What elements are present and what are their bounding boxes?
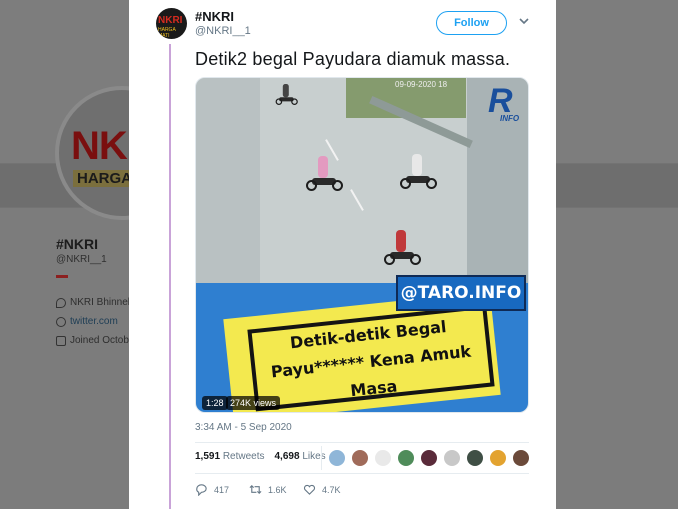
profile-location-text: NKRI Bhinnek — [70, 297, 133, 308]
like-button[interactable]: 4.7K — [303, 483, 357, 496]
watermark-logo-letter: R — [488, 82, 513, 120]
retweet-count: 1.6K — [268, 484, 287, 495]
author-display-name[interactable]: #NKRI — [195, 9, 234, 24]
video-side-panel-left — [196, 78, 260, 283]
motorcycle-distant — [274, 84, 299, 105]
profile-avatar-logo-subtext: HARGA — [73, 170, 136, 187]
video-watermark-logo: R INFO — [488, 84, 522, 124]
calendar-icon — [56, 335, 66, 346]
liker-avatar[interactable] — [329, 450, 345, 466]
video-timestamp: 09-09-2020 18 — [395, 80, 448, 89]
divider — [195, 442, 529, 443]
video-views-badge: 274K views — [226, 396, 281, 410]
motorcycle-red-helmet-rider — [382, 230, 424, 266]
tweet-timestamp[interactable]: 3:34 AM - 5 Sep 2020 — [195, 422, 292, 433]
chevron-down-icon[interactable] — [517, 14, 531, 28]
like-count: 4.7K — [322, 484, 341, 495]
liker-avatar[interactable] — [375, 450, 391, 466]
liker-avatar[interactable] — [352, 450, 368, 466]
divider — [195, 473, 529, 474]
liker-avatar[interactable] — [421, 450, 437, 466]
author-avatar[interactable]: NKRI HARGA MATI — [156, 8, 187, 39]
video-duration-badge: 1:28 — [202, 396, 228, 410]
tweet-modal: NKRI HARGA MATI #NKRI @NKRI__1 Follow De… — [129, 0, 556, 509]
profile-flag-icon — [56, 275, 68, 278]
tweet-text: Detik2 begal Payudara diamuk massa. — [195, 49, 511, 69]
watermark-logo-sub: INFO — [500, 114, 520, 123]
tweet-video[interactable]: 09-09-2020 18 R INFO @TARO.INFO Detik-de… — [195, 77, 529, 413]
retweet-button[interactable]: 1.6K — [249, 483, 303, 496]
motorcycle-rider — [398, 154, 440, 190]
likes-stat[interactable]: 4,698 Likes — [275, 451, 326, 462]
liker-avatars — [329, 450, 529, 466]
video-frame-street: 09-09-2020 18 R INFO — [196, 78, 528, 283]
profile-display-name: #NKRI — [56, 236, 99, 252]
reply-icon — [196, 484, 207, 496]
liker-avatar[interactable] — [490, 450, 506, 466]
reply-button[interactable]: 417 — [195, 483, 249, 496]
author-avatar-subtext: HARGA MATI — [158, 27, 176, 39]
profile-website[interactable]: twitter.com — [56, 316, 118, 327]
video-caption-banner: @TARO.INFO Detik-detik Begal Payu****** … — [196, 275, 528, 412]
likes-label: Likes — [302, 451, 326, 462]
liker-avatar[interactable] — [444, 450, 460, 466]
profile-website-link[interactable]: twitter.com — [70, 316, 118, 327]
location-pin-icon — [56, 297, 66, 308]
link-icon — [56, 316, 66, 327]
retweets-stat[interactable]: 1,591 Retweets — [195, 451, 265, 462]
liker-avatar[interactable] — [467, 450, 483, 466]
likes-count: 4,698 — [274, 451, 300, 462]
liker-avatar[interactable] — [513, 450, 529, 466]
profile-joined-text: Joined Octobe — [70, 335, 135, 346]
profile-handle: @NKRI__1 — [56, 254, 107, 265]
profile-location: NKRI Bhinnek — [56, 297, 133, 308]
liker-avatar[interactable] — [398, 450, 414, 466]
retweet-icon — [249, 484, 262, 495]
follow-button[interactable]: Follow — [436, 11, 507, 35]
site-tag-badge: @TARO.INFO — [396, 275, 526, 311]
retweets-count: 1,591 — [195, 451, 221, 462]
retweets-label: Retweets — [222, 451, 265, 462]
heart-icon — [303, 484, 316, 495]
author-avatar-text: NKRI — [158, 15, 183, 26]
thread-line — [169, 44, 171, 509]
author-handle[interactable]: @NKRI__1 — [195, 25, 251, 37]
profile-joined: Joined Octobe — [56, 335, 135, 346]
stats-separator — [321, 446, 322, 470]
tweet-actions: 417 1.6K 4.7K — [195, 483, 357, 496]
lane-marking — [350, 189, 364, 211]
tweet-stats: 1,591 Retweets 4,698 Likes — [195, 451, 326, 462]
reply-count: 417 — [214, 484, 230, 495]
motorcycle-pink-rider — [304, 156, 346, 192]
